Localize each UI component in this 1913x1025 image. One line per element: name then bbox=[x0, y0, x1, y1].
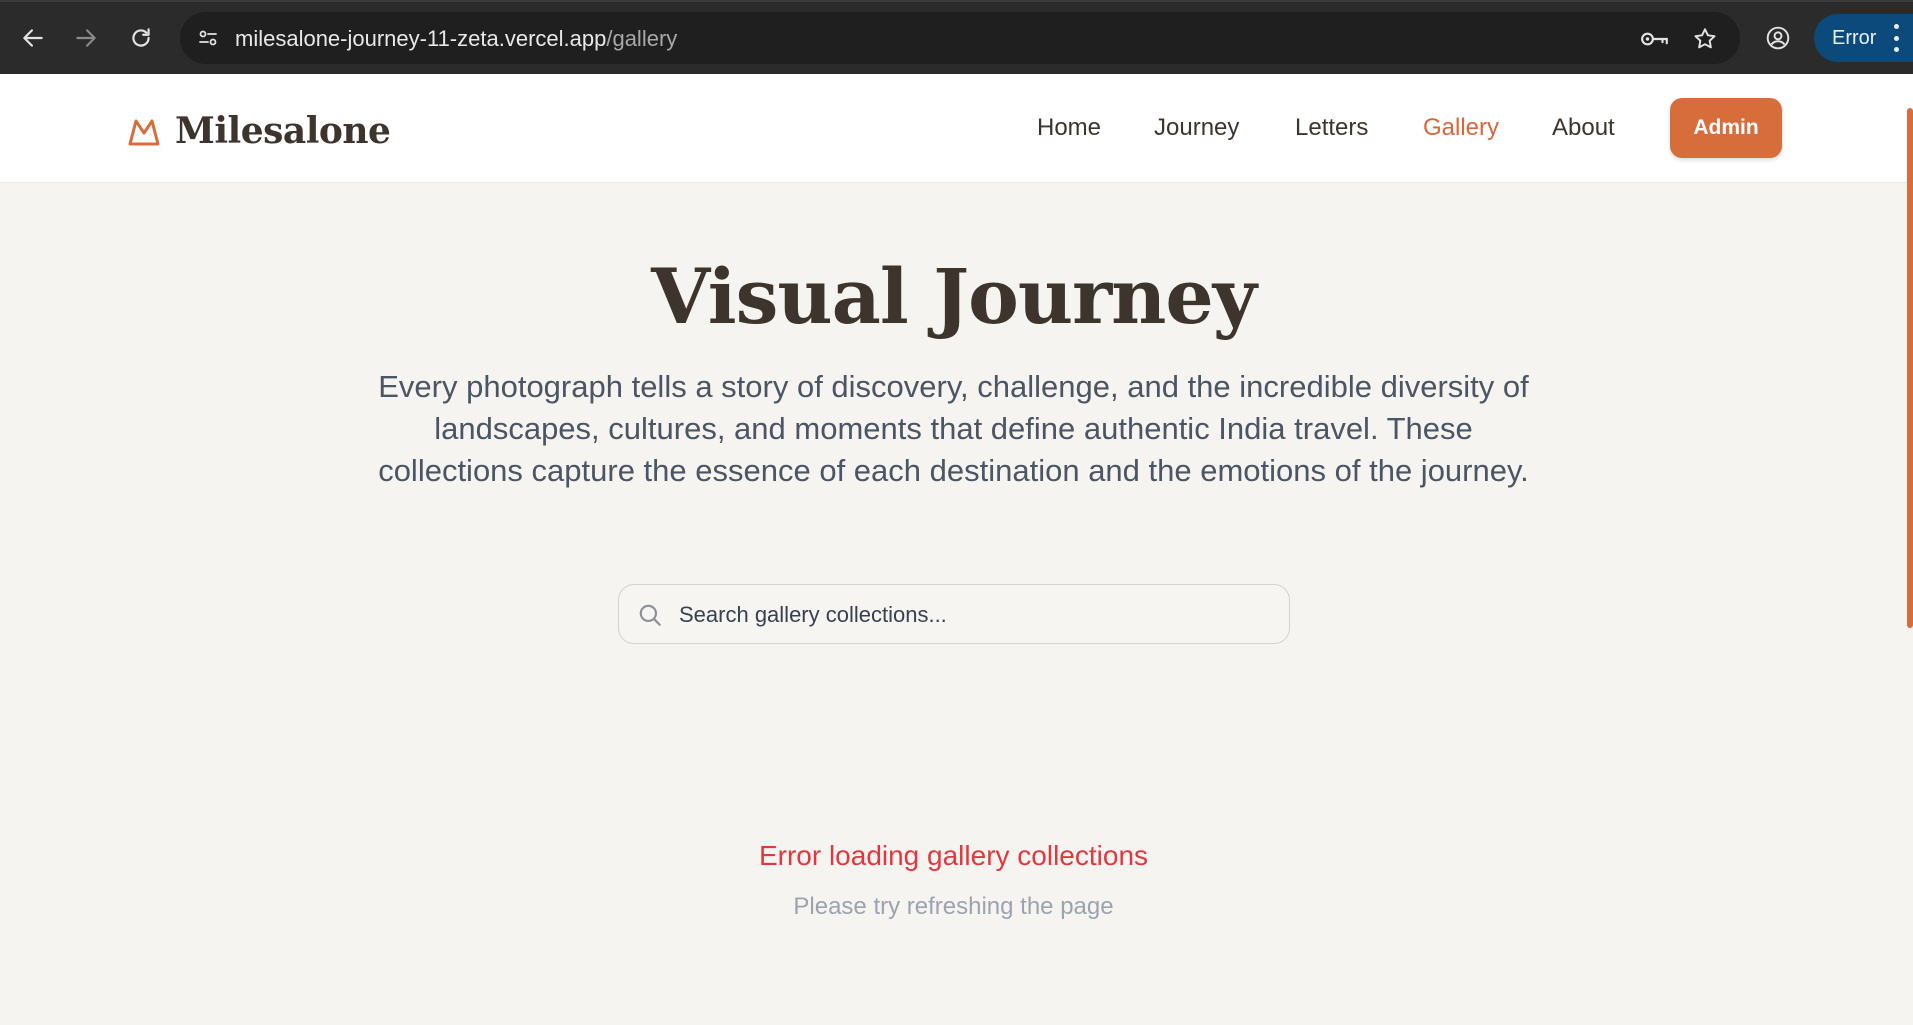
bookmark-button[interactable] bbox=[1690, 24, 1720, 54]
bookmark-star-icon bbox=[1694, 28, 1716, 49]
search-icon bbox=[639, 604, 661, 626]
page-title: Visual Journey bbox=[651, 252, 1257, 341]
url-domain: milesalone-journey-11-zeta.vercel.app bbox=[235, 26, 607, 51]
brand-logo[interactable]: Milesalone bbox=[127, 110, 391, 152]
forward-button[interactable] bbox=[68, 20, 104, 56]
reload-icon bbox=[132, 28, 150, 47]
nav-letters[interactable]: Letters bbox=[1295, 114, 1368, 142]
tab-strip-edge bbox=[0, 0, 1913, 2]
profile-error-button[interactable]: Error bbox=[1814, 14, 1913, 62]
site-info-button[interactable] bbox=[194, 24, 222, 52]
brand-name: Milesalone bbox=[175, 110, 391, 152]
password-key-icon bbox=[1641, 32, 1668, 46]
address-bar[interactable]: milesalone-journey-11-zeta.vercel.app/ga… bbox=[180, 12, 1740, 64]
nav-journey[interactable]: Journey bbox=[1154, 114, 1239, 142]
error-message: Error loading gallery collections bbox=[758, 840, 1149, 871]
gallery-search[interactable] bbox=[618, 584, 1290, 644]
profile-error-label: Error bbox=[1832, 26, 1877, 49]
back-arrow-icon bbox=[23, 29, 43, 47]
page-description: Every photograph tells a story of discov… bbox=[378, 369, 1529, 488]
profile-icon bbox=[1766, 26, 1790, 50]
site-info-icon bbox=[199, 30, 217, 46]
back-button[interactable] bbox=[15, 20, 51, 56]
nav-gallery[interactable]: Gallery bbox=[1423, 114, 1499, 142]
reload-button[interactable] bbox=[123, 20, 159, 56]
forward-arrow-icon bbox=[76, 29, 96, 47]
password-manager-button[interactable] bbox=[1640, 24, 1670, 54]
more-vert-icon bbox=[1893, 24, 1899, 52]
profile-button[interactable] bbox=[1756, 22, 1800, 54]
scrollbar-thumb[interactable] bbox=[1907, 108, 1913, 628]
url-path: /gallery bbox=[606, 26, 678, 51]
nav-home[interactable]: Home bbox=[1037, 114, 1101, 142]
mountain-icon bbox=[128, 119, 160, 146]
nav-about[interactable]: About bbox=[1552, 114, 1615, 142]
browser-toolbar: milesalone-journey-11-zeta.vercel.app/ga… bbox=[0, 0, 1913, 74]
search-input[interactable] bbox=[679, 595, 1269, 635]
error-hint: Please try refreshing the page bbox=[793, 893, 1114, 920]
admin-button[interactable]: Admin bbox=[1670, 98, 1782, 158]
url-text[interactable]: milesalone-journey-11-zeta.vercel.app/ga… bbox=[235, 26, 677, 52]
site-header: Milesalone Home Journey Letters Gallery … bbox=[0, 74, 1913, 183]
